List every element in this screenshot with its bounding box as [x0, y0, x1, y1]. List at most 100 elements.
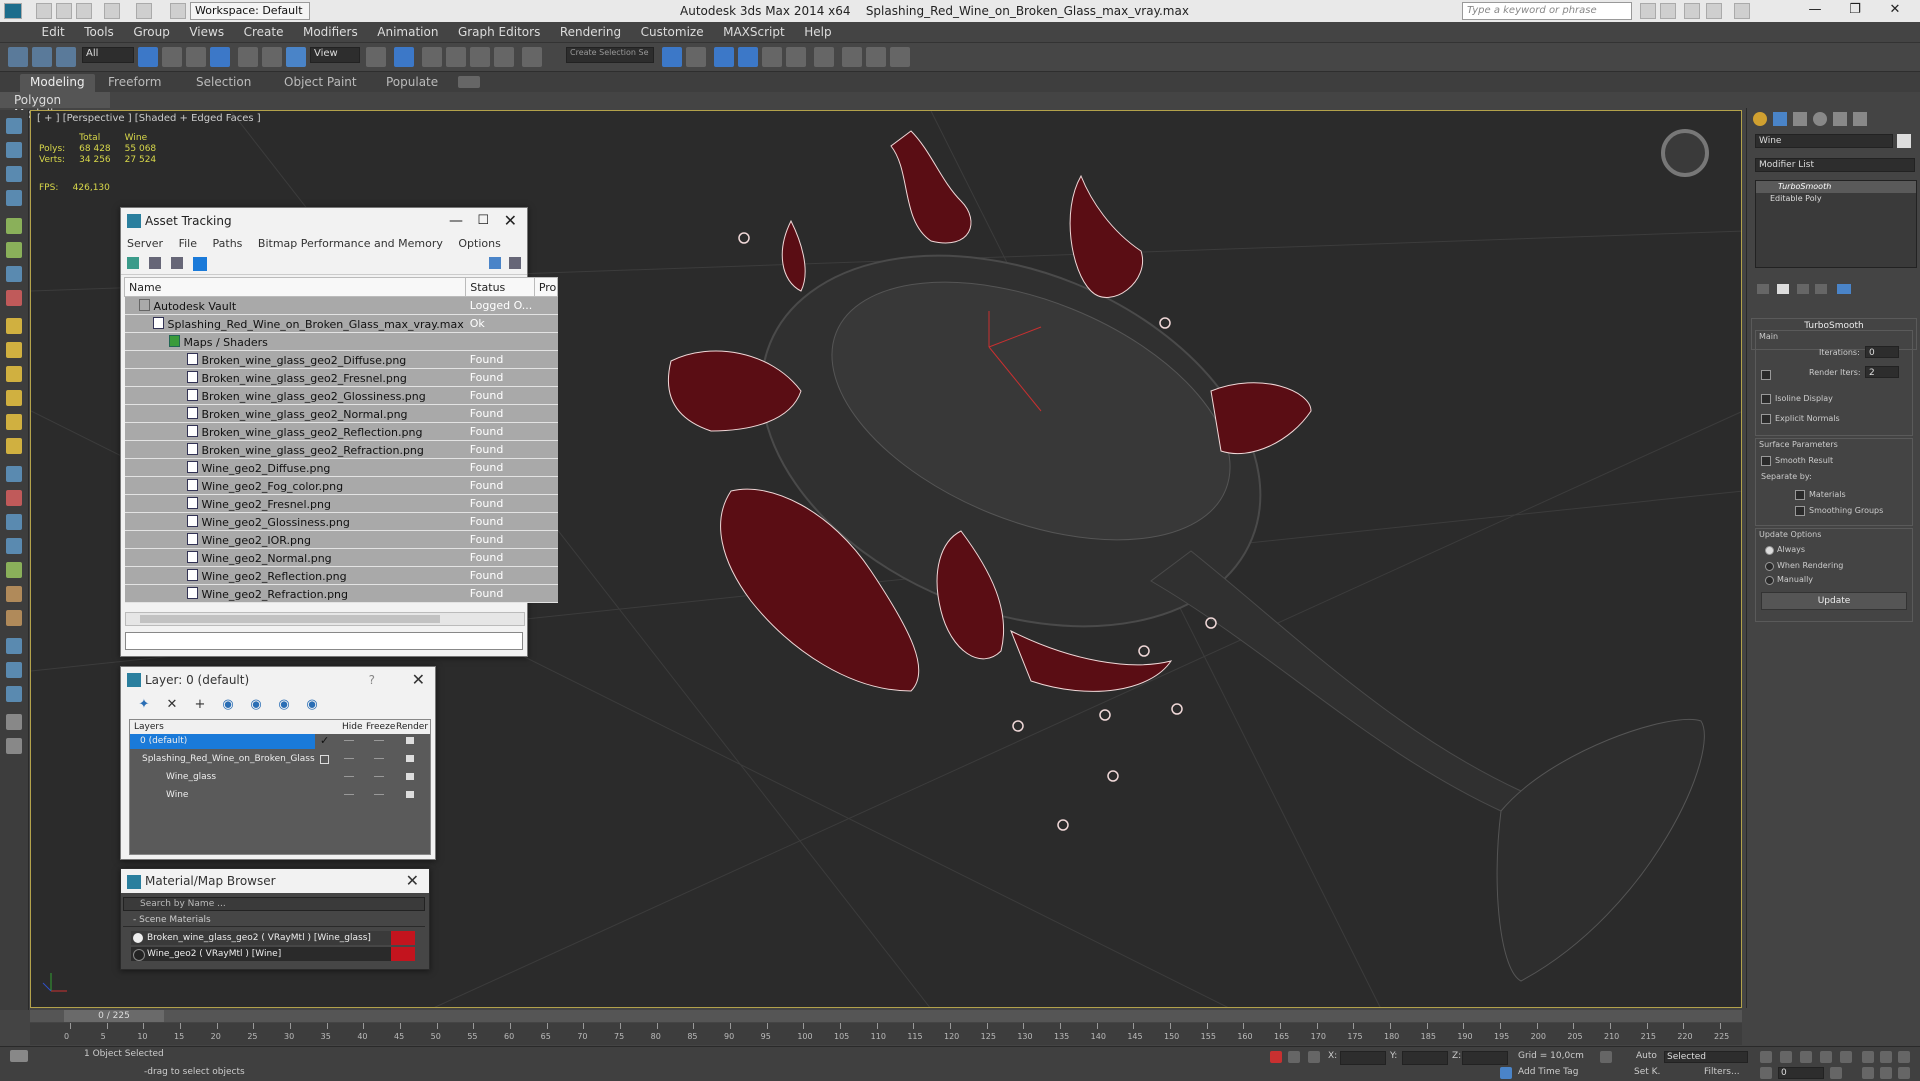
- strip-tool-icon[interactable]: [6, 438, 22, 454]
- percent-snap-icon[interactable]: [470, 47, 490, 67]
- redo-icon[interactable]: [136, 3, 152, 19]
- help-icon[interactable]: [1734, 3, 1750, 19]
- communication-icon[interactable]: [1684, 3, 1700, 19]
- time-configuration-icon[interactable]: [1830, 1067, 1842, 1079]
- absolute-mode-icon[interactable]: [1308, 1051, 1320, 1063]
- render-teapot-icon[interactable]: [406, 755, 414, 762]
- y-coordinate-field[interactable]: [1402, 1051, 1448, 1065]
- new-file-icon[interactable]: [36, 3, 52, 19]
- strip-tool-icon[interactable]: [6, 190, 22, 206]
- save-file-icon[interactable]: [76, 3, 92, 19]
- configure-modifier-sets-icon[interactable]: [1837, 284, 1851, 294]
- strip-tool-icon[interactable]: [6, 142, 22, 158]
- viewport-label[interactable]: [ + ] [Perspective ] [Shaded + Edged Fac…: [37, 113, 261, 124]
- strip-tool-icon[interactable]: [6, 414, 22, 430]
- object-name-field[interactable]: Wine: [1755, 134, 1893, 148]
- goto-start-icon[interactable]: [1760, 1051, 1772, 1063]
- table-row[interactable]: Wine_geo2_IOR.png Found: [124, 530, 558, 549]
- strip-tool-icon[interactable]: [6, 118, 22, 134]
- strip-tool-icon[interactable]: [6, 266, 22, 282]
- iterations-spinner[interactable]: 0: [1865, 346, 1899, 358]
- strip-tool-icon[interactable]: [6, 366, 22, 382]
- maxscript-listener-icon[interactable]: [10, 1050, 28, 1062]
- orbit-icon[interactable]: [1898, 1067, 1910, 1079]
- restore-button[interactable]: ❐: [1840, 2, 1870, 20]
- bind-spacewarp-icon[interactable]: [56, 47, 76, 67]
- scene-materials-group[interactable]: - Scene Materials: [123, 915, 425, 927]
- show-end-result-icon[interactable]: [1777, 284, 1789, 294]
- manually-radio[interactable]: [1765, 576, 1774, 585]
- strip-tool-icon[interactable]: [6, 490, 22, 506]
- align-icon[interactable]: [686, 47, 706, 67]
- project-folder-icon[interactable]: [170, 3, 186, 19]
- move-icon[interactable]: [238, 47, 258, 67]
- key-mode-dropdown[interactable]: Selected: [1664, 1051, 1748, 1063]
- set-key-icon[interactable]: [1600, 1051, 1612, 1063]
- workspace-dropdown[interactable]: Workspace: Default: [190, 2, 310, 20]
- app-logo-icon[interactable]: [4, 3, 22, 19]
- menu-help[interactable]: Help: [796, 22, 839, 39]
- manipulate-icon[interactable]: [394, 47, 414, 67]
- layer-row[interactable]: Splashing_Red_Wine_on_Broken_Glass: [130, 752, 430, 770]
- hide-all-layers-icon[interactable]: ◉: [275, 697, 293, 715]
- freeze-all-layers-icon[interactable]: ◉: [303, 697, 321, 715]
- asset-path-field[interactable]: [125, 632, 523, 650]
- layer-manager-icon[interactable]: [714, 47, 734, 67]
- highlight-layer-icon[interactable]: ◉: [247, 697, 265, 715]
- layer-row[interactable]: 0 (default) ✓: [130, 734, 430, 752]
- edit-named-selection-icon[interactable]: [522, 47, 542, 67]
- current-frame-field[interactable]: 0: [1778, 1067, 1824, 1079]
- create-tab-icon[interactable]: [1753, 112, 1767, 126]
- table-row[interactable]: Wine_geo2_Fog_color.png Found: [124, 476, 558, 495]
- help-button[interactable]: ?: [369, 667, 375, 693]
- strip-tool-icon[interactable]: [6, 514, 22, 530]
- menu-group[interactable]: Group: [125, 22, 178, 39]
- strip-tool-icon[interactable]: [6, 586, 22, 602]
- col-header-name[interactable]: Name: [123, 277, 467, 297]
- scale-icon[interactable]: [286, 47, 306, 67]
- materials-checkbox[interactable]: [1795, 490, 1805, 500]
- strip-tool-icon[interactable]: [6, 610, 22, 626]
- pin-stack-icon[interactable]: [1757, 284, 1769, 294]
- render-iters-checkbox[interactable]: [1761, 370, 1771, 380]
- zoom-all-icon[interactable]: [1880, 1051, 1892, 1063]
- col-header-hide[interactable]: Hide: [342, 722, 363, 732]
- time-tag-icon[interactable]: [1500, 1067, 1512, 1079]
- snaps-toggle-icon[interactable]: [422, 47, 442, 67]
- scrollbar-thumb[interactable]: [140, 615, 440, 623]
- open-file-icon[interactable]: [56, 3, 72, 19]
- col-header-freeze[interactable]: Freeze: [366, 722, 395, 732]
- render-teapot-icon[interactable]: [406, 737, 414, 744]
- selection-filter-dropdown[interactable]: All: [82, 47, 134, 63]
- table-row[interactable]: Wine_geo2_Fresnel.png Found: [124, 494, 558, 513]
- table-row[interactable]: Broken_wine_glass_geo2_Reflection.png Fou…: [124, 422, 558, 441]
- strip-tool-icon[interactable]: [6, 318, 22, 334]
- layer-row[interactable]: Wine_glass: [130, 770, 430, 788]
- tab-freeform[interactable]: Freeform: [98, 74, 171, 92]
- table-row[interactable]: Wine_geo2_Normal.png Found: [124, 548, 558, 567]
- col-header-render[interactable]: Render: [396, 722, 428, 732]
- table-row[interactable]: Wine_geo2_Reflection.png Found: [124, 566, 558, 585]
- always-radio[interactable]: [1765, 546, 1774, 555]
- tree-view-icon[interactable]: [193, 257, 207, 271]
- tab-selection[interactable]: Selection: [186, 74, 261, 92]
- undo-icon[interactable]: [104, 3, 120, 19]
- strip-tool-icon[interactable]: [6, 342, 22, 358]
- rendered-frame-window-icon[interactable]: [866, 47, 886, 67]
- add-time-tag[interactable]: Add Time Tag: [1518, 1067, 1578, 1077]
- strip-tool-icon[interactable]: [6, 562, 22, 578]
- field-of-view-icon[interactable]: [1862, 1067, 1874, 1079]
- make-unique-icon[interactable]: [1797, 284, 1809, 294]
- table-row[interactable]: Wine_geo2_Diffuse.png Found: [124, 458, 558, 477]
- rotate-icon[interactable]: [262, 47, 282, 67]
- z-coordinate-field[interactable]: [1462, 1051, 1508, 1065]
- strip-tool-icon[interactable]: [6, 686, 22, 702]
- menu-modifiers[interactable]: Modifiers: [295, 22, 366, 39]
- minimize-button[interactable]: —: [1800, 2, 1830, 20]
- selection-lock-icon[interactable]: [1288, 1051, 1300, 1063]
- set-key-button[interactable]: Set K.: [1634, 1067, 1660, 1077]
- key-mode-toggle-icon[interactable]: [1760, 1067, 1772, 1079]
- rectangular-selection-icon[interactable]: [186, 47, 206, 67]
- refresh-icon[interactable]: [127, 257, 139, 269]
- select-object-icon[interactable]: [138, 47, 158, 67]
